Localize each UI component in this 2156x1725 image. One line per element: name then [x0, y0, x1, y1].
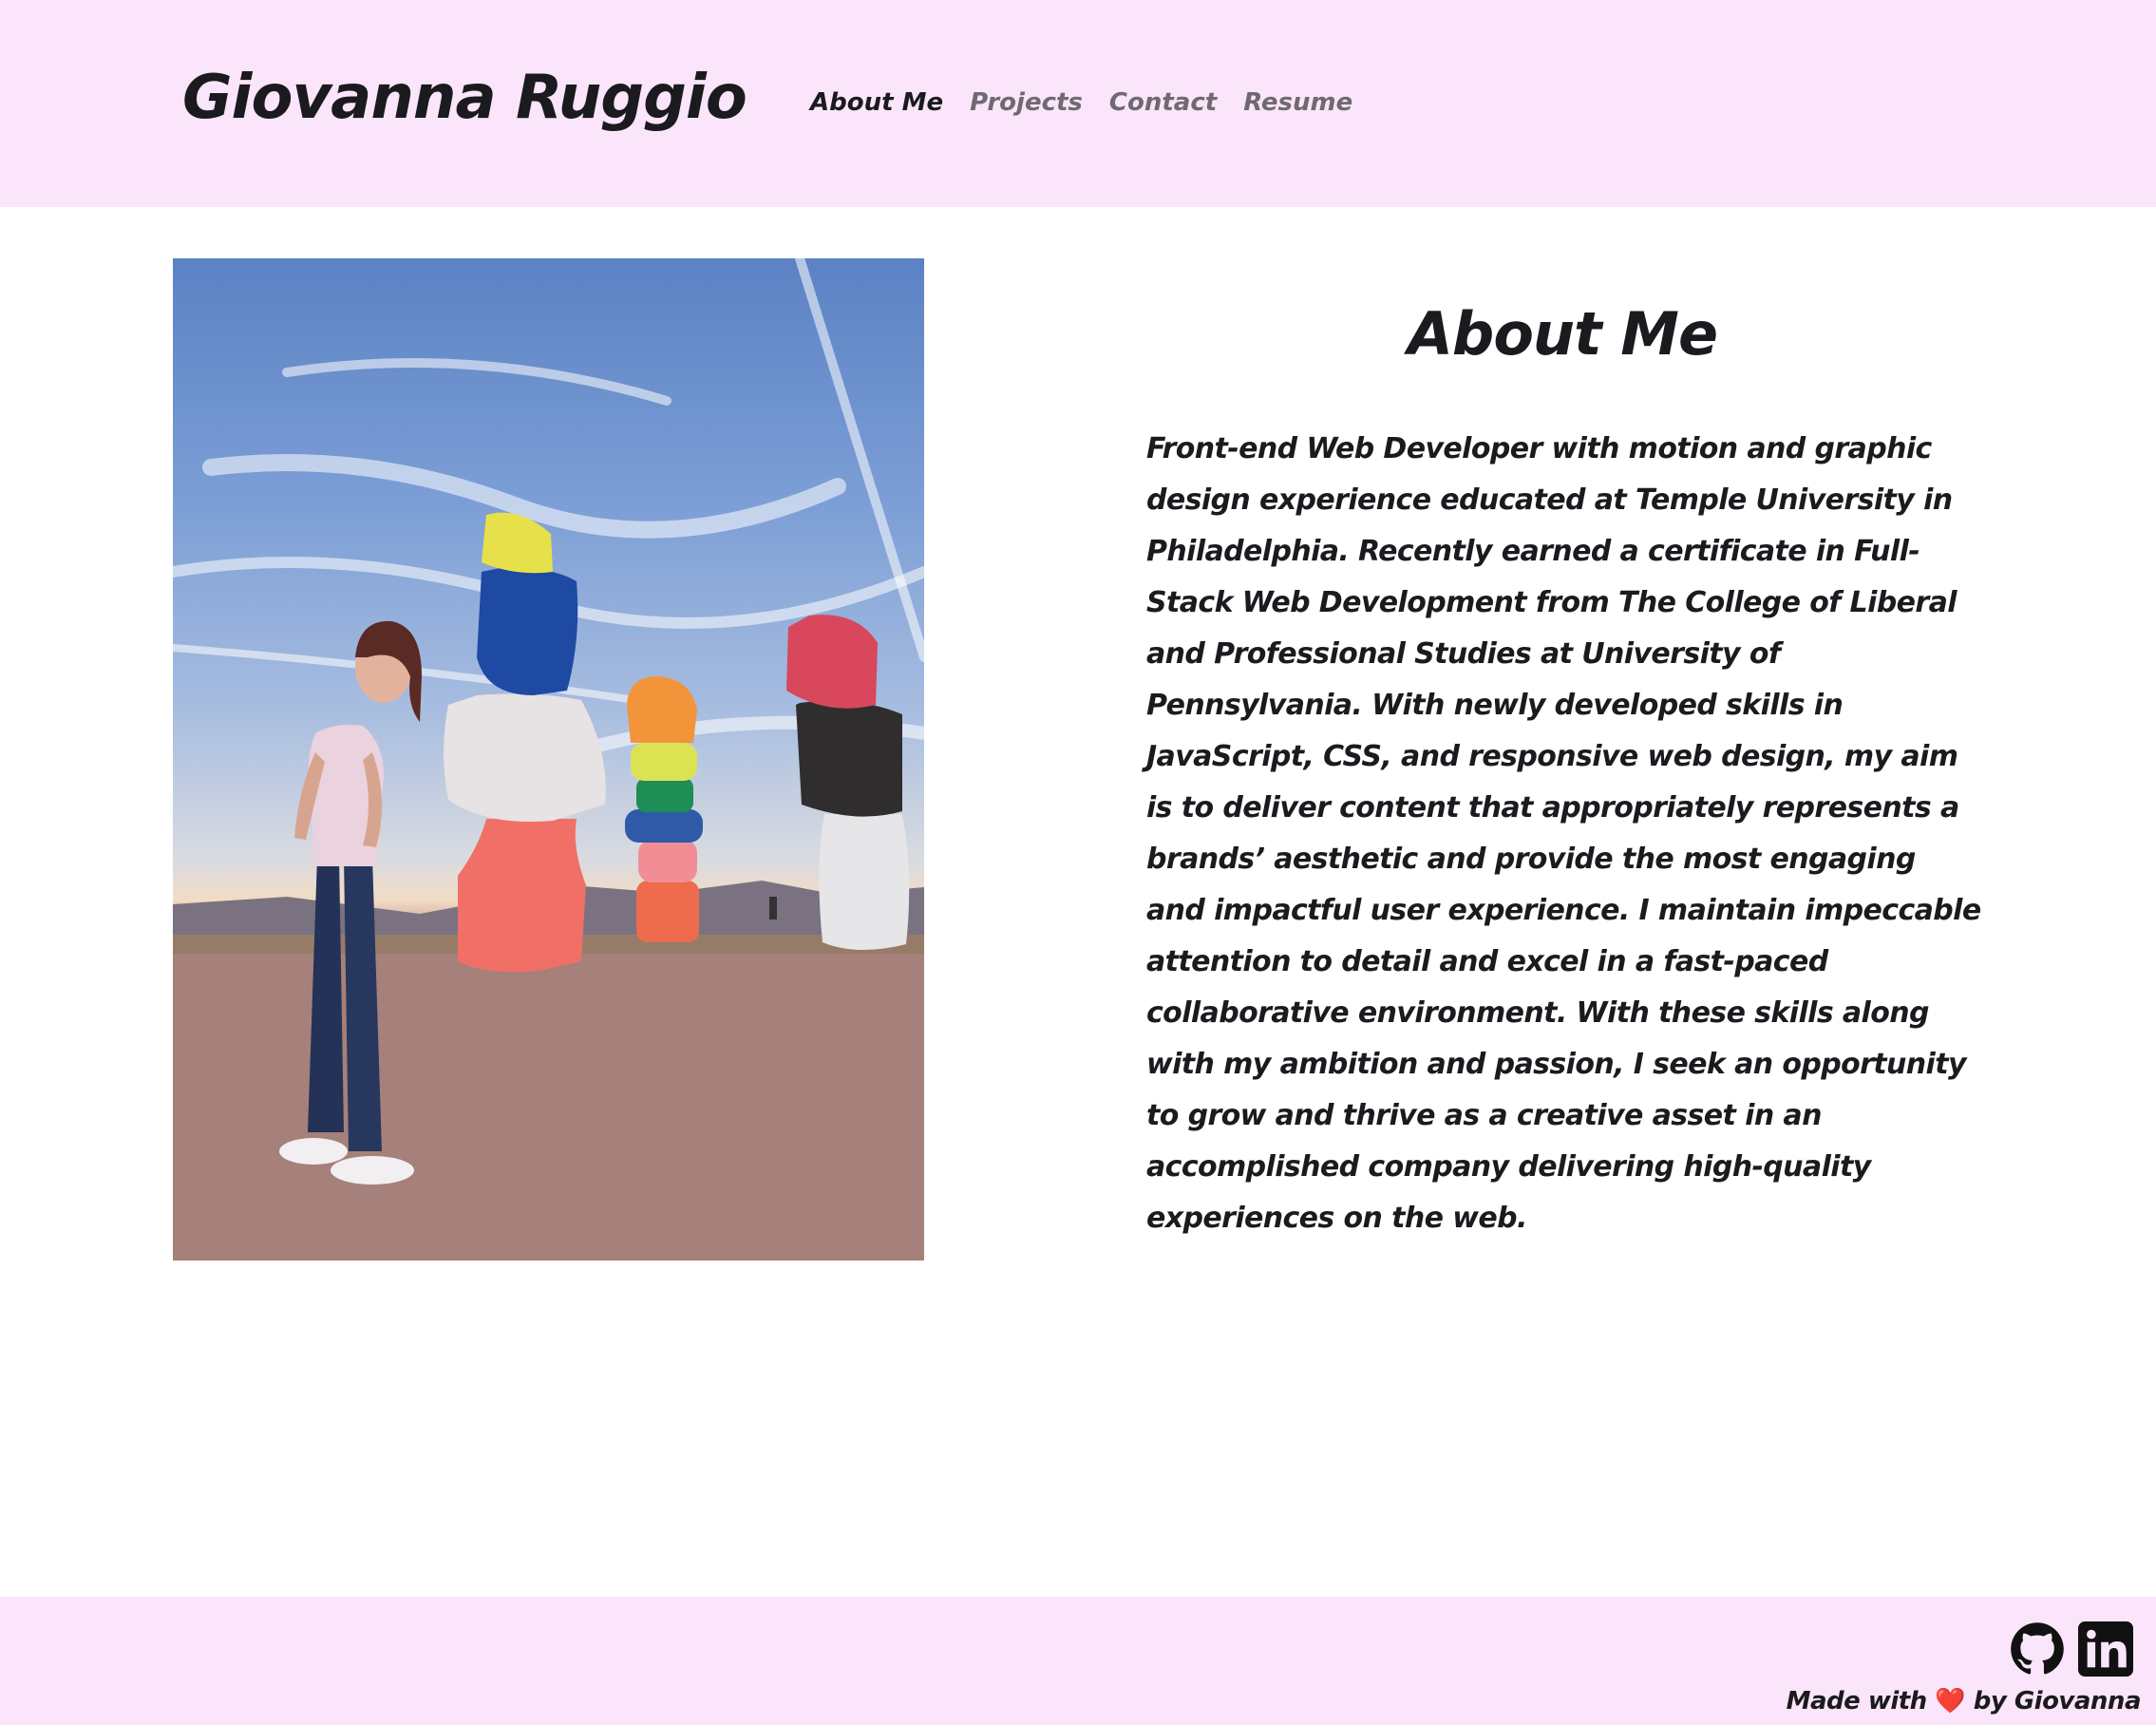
page-title: About Me: [1407, 299, 1718, 369]
credit-suffix: by Giovanna: [1973, 1687, 2142, 1716]
site-brand[interactable]: Giovanna Ruggio: [182, 55, 747, 141]
nav-link-resume[interactable]: Resume: [1243, 84, 1352, 122]
credit-prefix: Made with: [1786, 1687, 1928, 1716]
main-nav: About Me Projects Contact Resume: [810, 84, 1352, 122]
site-footer: Made with ❤️ by Giovanna: [0, 1597, 2156, 1725]
github-icon[interactable]: [2010, 1621, 2065, 1677]
footer-credit: Made with ❤️ by Giovanna: [1786, 1684, 2142, 1718]
nav-link-projects[interactable]: Projects: [970, 84, 1083, 122]
about-bio: Front-end Web Developer with motion and …: [1146, 432, 1981, 1235]
nav-link-contact[interactable]: Contact: [1109, 84, 1217, 122]
linkedin-icon[interactable]: [2078, 1621, 2133, 1677]
social-links: [2010, 1621, 2133, 1677]
profile-photo-illustration: [173, 258, 924, 1261]
nav-link-about-me[interactable]: About Me: [810, 84, 943, 122]
profile-photo: [173, 258, 924, 1261]
site-header: Giovanna Ruggio About Me Projects Contac…: [0, 0, 2156, 207]
distant-person: [769, 897, 777, 919]
heart-icon: ❤️: [1935, 1687, 1966, 1716]
desert-ground: [173, 935, 924, 1261]
page: Giovanna Ruggio About Me Projects Contac…: [0, 0, 2156, 1725]
rock-tower-middle: [625, 676, 703, 942]
